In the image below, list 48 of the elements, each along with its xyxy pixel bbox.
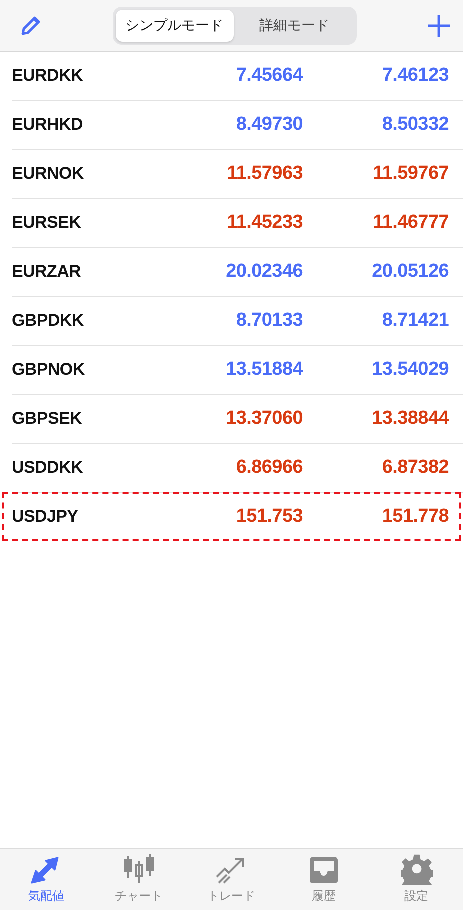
symbol-label: GBPNOK — [12, 360, 86, 380]
ask-price: 151.778 — [381, 506, 449, 528]
add-icon[interactable] — [427, 14, 451, 38]
ask-price: 20.05126 — [371, 261, 449, 283]
symbol-label: USDDKK — [12, 458, 84, 478]
bid-price: 6.86966 — [235, 457, 303, 479]
tab-bar-item[interactable]: 気配値 — [0, 849, 93, 910]
ask-price: 8.71421 — [381, 310, 449, 332]
quote-row[interactable]: EURZAR 20.02346 20.05126 — [12, 248, 463, 297]
bid-price: 8.70133 — [235, 310, 303, 332]
quote-row[interactable]: EURNOK 11.57963 11.59767 — [12, 150, 463, 199]
symbol-label: EURSEK — [12, 213, 82, 233]
pencil-icon[interactable] — [20, 14, 42, 36]
symbol-label: EURHKD — [12, 115, 84, 135]
candlestick-icon — [122, 851, 156, 885]
settings-icon — [400, 853, 433, 885]
ask-price: 13.54029 — [371, 359, 449, 381]
quote-row[interactable]: EURHKD 8.49730 8.50332 — [12, 101, 463, 150]
ask-price: 7.46123 — [381, 65, 449, 87]
ask-price: 6.87382 — [381, 457, 449, 479]
quote-row[interactable]: EURDKK 7.45664 7.46123 — [12, 52, 463, 101]
symbol-label: EURNOK — [12, 164, 85, 184]
ask-price: 8.50332 — [381, 114, 449, 136]
mode-tab[interactable]: 詳細モード — [236, 10, 354, 42]
ask-price: 11.59767 — [372, 163, 449, 185]
quote-row[interactable]: USDDKK 6.86966 6.87382 — [12, 444, 463, 493]
bid-price: 13.51884 — [225, 359, 303, 381]
bid-price: 11.57963 — [226, 163, 303, 185]
quote-row[interactable]: GBPNOK 13.51884 13.54029 — [12, 346, 463, 395]
symbol-label: EURZAR — [12, 262, 82, 282]
inbox-icon — [308, 855, 340, 885]
symbol-label: GBPSEK — [12, 409, 83, 429]
ask-price: 11.46777 — [372, 212, 449, 234]
ask-price: 13.38844 — [371, 408, 449, 430]
quote-row[interactable]: GBPDKK 8.70133 8.71421 — [12, 297, 463, 346]
quote-row[interactable]: GBPSEK 13.37060 13.38844 — [12, 395, 463, 444]
symbol-label: USDJPY — [12, 506, 80, 526]
bid-price: 8.49730 — [235, 114, 303, 136]
bid-price: 151.753 — [235, 506, 303, 528]
bid-price: 7.45664 — [235, 65, 303, 87]
symbol-label: EURDKK — [12, 66, 84, 86]
bid-price: 11.45233 — [226, 212, 303, 234]
bid-price: 20.02346 — [225, 261, 303, 283]
quote-row[interactable]: USDJPY 151.753 151.778 — [2, 492, 461, 541]
mode-tab[interactable]: シンプルモード — [116, 10, 234, 42]
bid-price: 13.37060 — [225, 408, 303, 430]
quote-row[interactable]: EURSEK 11.45233 11.46777 — [12, 199, 463, 248]
symbol-label: GBPDKK — [12, 311, 85, 331]
